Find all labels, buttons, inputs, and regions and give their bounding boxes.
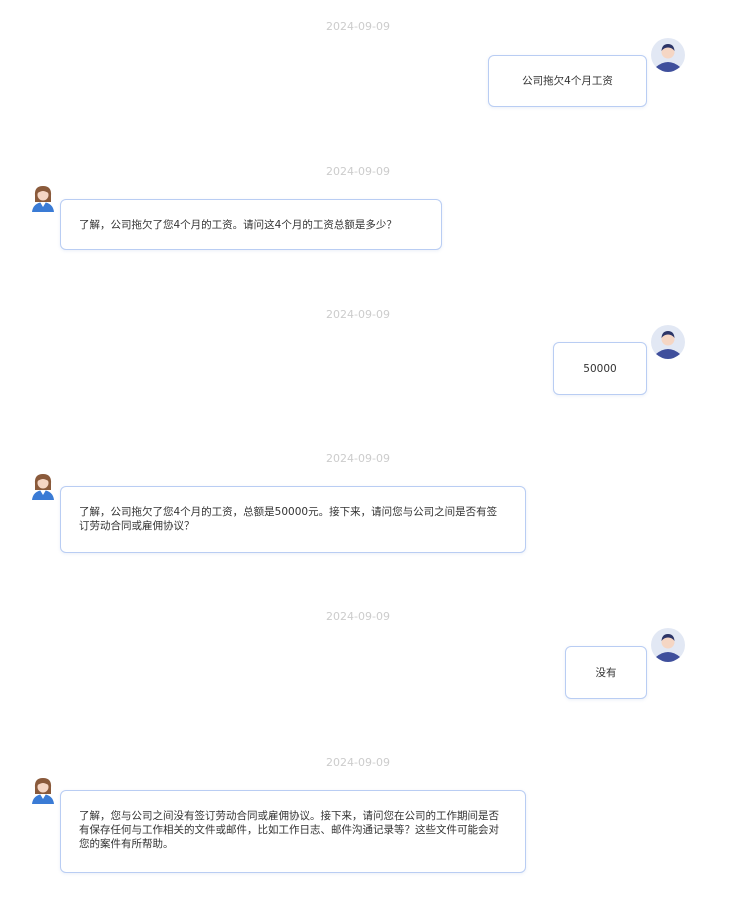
message-date: 2024-09-09 — [326, 452, 390, 465]
message-text: 了解，您与公司之间没有签订劳动合同或雇佣协议。接下来，请问您在公司的工作期间是否… — [79, 810, 499, 850]
message-date: 2024-09-09 — [326, 610, 390, 623]
assistant-avatar-icon — [30, 776, 56, 804]
message-text: 没有 — [595, 666, 617, 679]
message-date: 2024-09-09 — [326, 165, 390, 178]
user-message-bubble: 50000 — [553, 342, 647, 395]
assistant-avatar-icon — [30, 472, 56, 500]
chat-history: 2024-09-09 公司拖欠4个月工资 2024-09-09 了解，公司拖欠了… — [0, 0, 742, 907]
assistant-message-bubble: 了解，您与公司之间没有签订劳动合同或雇佣协议。接下来，请问您在公司的工作期间是否… — [60, 790, 526, 873]
assistant-message-bubble: 了解，公司拖欠了您4个月的工资，总额是50000元。接下来，请问您与公司之间是否… — [60, 486, 526, 553]
message-date: 2024-09-09 — [326, 756, 390, 769]
user-avatar-icon — [651, 38, 685, 72]
message-text: 公司拖欠4个月工资 — [522, 75, 613, 87]
assistant-avatar-icon — [30, 184, 56, 212]
message-text: 50000 — [583, 362, 617, 375]
user-message-bubble: 公司拖欠4个月工资 — [488, 55, 647, 107]
assistant-message-bubble: 了解，公司拖欠了您4个月的工资。请问这4个月的工资总额是多少？ — [60, 199, 442, 250]
message-text: 了解，公司拖欠了您4个月的工资，总额是50000元。接下来，请问您与公司之间是否… — [79, 506, 498, 532]
user-avatar-icon — [651, 628, 685, 662]
message-text: 了解，公司拖欠了您4个月的工资。请问这4个月的工资总额是多少？ — [79, 219, 397, 231]
message-date: 2024-09-09 — [326, 308, 390, 321]
message-date: 2024-09-09 — [326, 20, 390, 33]
user-avatar-icon — [651, 325, 685, 359]
user-message-bubble: 没有 — [565, 646, 647, 699]
